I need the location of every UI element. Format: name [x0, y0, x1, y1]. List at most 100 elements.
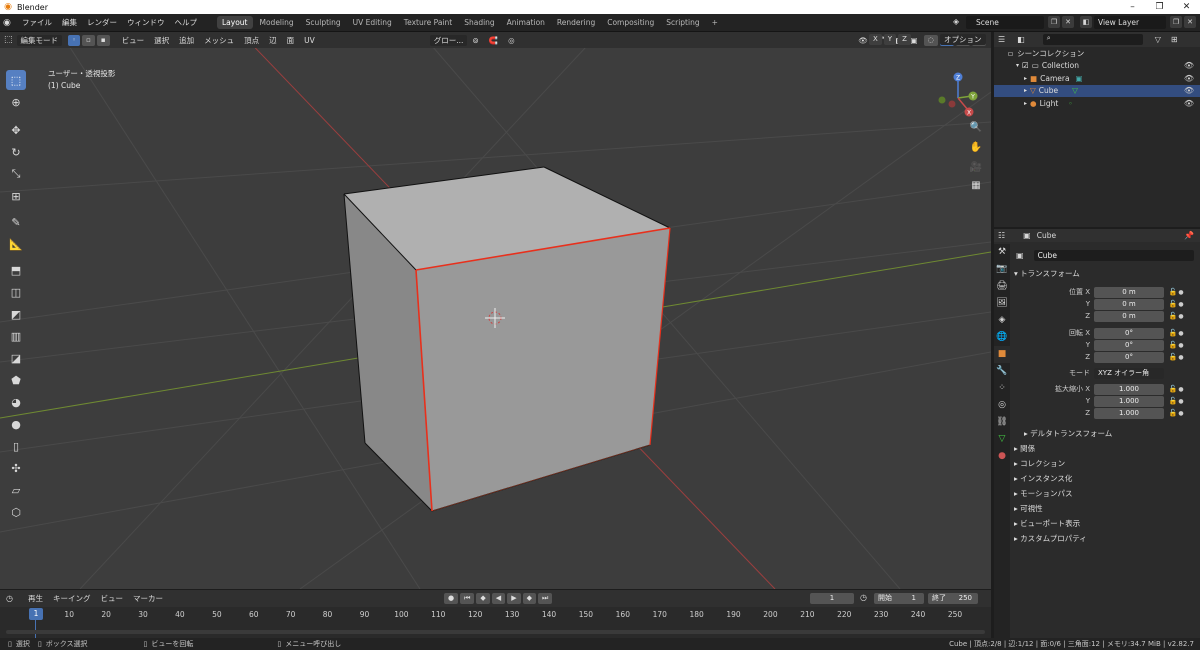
blender-menu-icon[interactable]: ◉ [3, 18, 17, 28]
data-tab-icon[interactable]: ▽ [994, 431, 1010, 448]
expand-chevron-icon[interactable]: ▸ [1024, 100, 1027, 107]
playhead[interactable]: 1 [29, 608, 43, 620]
face-select-icon[interactable]: ▪ [96, 34, 110, 46]
lock-icon[interactable]: 🔓 [1168, 329, 1178, 337]
menu-window[interactable]: ウィンドウ [122, 17, 170, 28]
navigation-gizmo[interactable]: Z Y X [932, 70, 982, 150]
zoom-view-icon[interactable]: 🔍 [966, 122, 986, 138]
tab-rendering[interactable]: Rendering [552, 16, 600, 29]
view-layer-selector[interactable]: View Layer [1094, 16, 1166, 29]
annotate-tool-icon[interactable]: ✎ [6, 212, 26, 232]
inset-tool-icon[interactable]: ◫ [6, 282, 26, 302]
tab-compositing[interactable]: Compositing [602, 16, 659, 29]
output-tab-icon[interactable]: 🖨 [994, 278, 1010, 295]
jump-start-icon[interactable]: ⏮ [460, 593, 475, 604]
object-tab-icon[interactable]: ■ [994, 346, 1010, 363]
expand-chevron-icon[interactable]: ▾ [1016, 62, 1019, 69]
minimize-button[interactable]: – [1119, 0, 1146, 14]
outliner-item-collection[interactable]: ▾ ☑ ▭ Collection 👁 [994, 60, 1200, 73]
tl-menu-marker[interactable]: マーカー [128, 593, 168, 604]
timeline-editor-icon[interactable]: ◷ [6, 594, 13, 603]
menu-edit[interactable]: 編集 [57, 17, 82, 28]
pan-view-icon[interactable]: ✋ [966, 142, 986, 158]
timeline-scrollbar[interactable] [6, 630, 985, 634]
menu-help[interactable]: ヘルプ [170, 17, 203, 28]
scene-icon[interactable]: ◈ [953, 17, 959, 26]
mirror-z-toggle[interactable]: Z [898, 34, 911, 45]
poly-build-tool-icon[interactable]: ⬟ [6, 370, 26, 390]
panel-motion-paths[interactable]: ▸ モーションパス [1014, 488, 1073, 499]
next-keyframe-icon[interactable]: ◆ [522, 593, 536, 604]
new-collection-icon[interactable]: ⊞ [1171, 35, 1178, 44]
smooth-tool-icon[interactable]: ● [6, 414, 26, 434]
ortho-toggle-icon[interactable]: ▦ [966, 180, 986, 196]
rip-tool-icon[interactable]: ⬡ [6, 502, 26, 522]
scale-y-field[interactable]: 1.000 [1094, 395, 1164, 407]
particles-tab-icon[interactable]: ⁘ [994, 380, 1010, 397]
tab-scripting[interactable]: Scripting [661, 16, 704, 29]
tl-menu-view[interactable]: ビュー [95, 593, 128, 604]
edge-slide-tool-icon[interactable]: ▯ [6, 436, 26, 456]
outliner-item-camera[interactable]: ▸ ■ Camera ▣ 👁 [994, 72, 1200, 85]
options-dropdown[interactable]: オプション [940, 34, 986, 45]
loop-cut-tool-icon[interactable]: ▥ [6, 326, 26, 346]
pivot-icon[interactable]: ⊚ [467, 36, 483, 45]
rotation-z-field[interactable]: 0° [1094, 351, 1164, 363]
vp-menu-add[interactable]: 追加 [174, 35, 199, 46]
eye-icon[interactable]: 👁 [1184, 74, 1194, 83]
jump-end-icon[interactable]: ⏭ [537, 593, 553, 604]
panel-viewport-display[interactable]: ▸ ビューポート表示 [1014, 518, 1080, 529]
rotation-mode-select[interactable]: XYZ オイラー角 [1094, 367, 1164, 379]
lock-icon[interactable]: 🔓 [1168, 353, 1178, 361]
location-z-field[interactable]: 0 m [1094, 310, 1164, 322]
cube-mesh[interactable] [343, 166, 671, 512]
keyframe-dot-icon[interactable]: ● [1178, 301, 1184, 308]
tab-shading[interactable]: Shading [459, 16, 499, 29]
rotate-tool-icon[interactable]: ↻ [6, 142, 26, 162]
keyframe-dot-icon[interactable]: ● [1178, 313, 1184, 320]
editor-type-icon[interactable]: ⬚ [4, 35, 13, 45]
transform-tool-icon[interactable]: ⊞ [6, 186, 26, 206]
3d-viewport[interactable]: ⬚ 編集モード ◦ ▫ ▪ ビュー 選択 追加 メッシュ 頂点 辺 面 UV グ… [0, 32, 991, 589]
preview-range-icon[interactable]: ◷ [860, 593, 867, 602]
outliner-item-cube[interactable]: ▸ ▽ Cube ▽ 👁 [994, 84, 1200, 97]
knife-tool-icon[interactable]: ◪ [6, 348, 26, 368]
scale-tool-icon[interactable]: ⤡ [6, 164, 26, 184]
location-x-field[interactable]: 0 m [1094, 286, 1164, 298]
object-name-field[interactable]: Cube [1033, 249, 1194, 261]
eye-icon[interactable]: 👁 [1184, 99, 1194, 108]
scale-x-field[interactable]: 1.000 [1094, 383, 1164, 395]
outliner-editor-icon[interactable]: ☰ [998, 35, 1005, 44]
mirror-y-toggle[interactable]: Y [883, 34, 897, 45]
filter-icon[interactable]: ▽ [1155, 35, 1161, 44]
tl-menu-keying[interactable]: キーイング [48, 593, 96, 604]
lock-icon[interactable]: 🔓 [1168, 288, 1178, 296]
menu-render[interactable]: レンダー [82, 17, 122, 28]
pin-icon[interactable]: 📌 [1184, 231, 1194, 240]
keyframe-dot-icon[interactable]: ● [1178, 289, 1184, 296]
delta-transform-header[interactable]: ▸ デルタトランスフォーム [1024, 428, 1112, 439]
extrude-tool-icon[interactable]: ⬒ [6, 260, 26, 280]
play-icon[interactable]: ▶ [507, 593, 521, 604]
lock-icon[interactable]: 🔓 [1168, 397, 1178, 405]
tl-menu-playback[interactable]: 再生 [23, 593, 48, 604]
mode-selector[interactable]: 編集モード [16, 34, 63, 46]
scene-selector[interactable]: Scene [966, 16, 1044, 29]
menu-file[interactable]: ファイル [17, 17, 57, 28]
material-tab-icon[interactable]: ● [994, 448, 1010, 465]
shear-tool-icon[interactable]: ▱ [6, 480, 26, 500]
lock-icon[interactable]: 🔓 [1168, 385, 1178, 393]
panel-visibility[interactable]: ▸ 可視性 [1014, 503, 1043, 514]
transform-panel-header[interactable]: ▾ トランスフォーム [1014, 268, 1080, 279]
keyframe-dot-icon[interactable]: ● [1178, 354, 1184, 361]
keyframe-dot-icon[interactable]: ● [1178, 386, 1184, 393]
delete-view-layer-icon[interactable]: ✕ [1184, 16, 1196, 28]
tab-uv-editing[interactable]: UV Editing [348, 16, 397, 29]
new-scene-icon[interactable]: ❐ [1048, 16, 1060, 28]
edge-select-icon[interactable]: ▫ [82, 34, 95, 46]
tab-texture-paint[interactable]: Texture Paint [399, 16, 457, 29]
tool-tab-icon[interactable]: ⚒ [994, 244, 1010, 261]
current-frame-field[interactable]: 1 [810, 593, 854, 604]
close-button[interactable]: ✕ [1173, 0, 1200, 14]
checkbox-icon[interactable]: ☑ [1022, 61, 1029, 70]
